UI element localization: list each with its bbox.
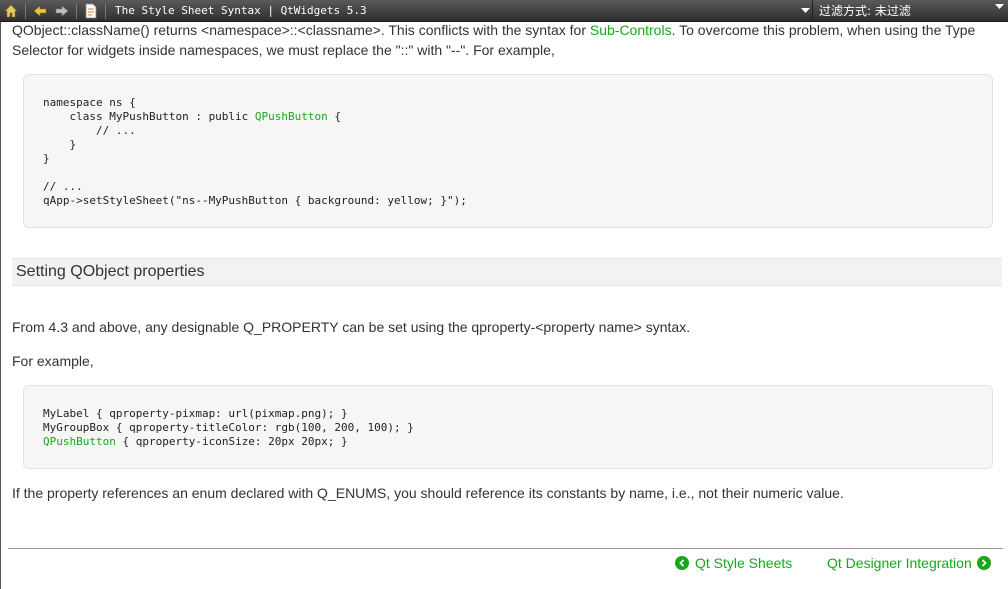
toolbar: The Style Sheet Syntax | QtWidgets 5.3 过… xyxy=(0,0,1008,22)
document-icon xyxy=(85,3,97,18)
code-line: // ... xyxy=(43,180,83,193)
code-block-qproperty: MyLabel { qproperty-pixmap: url(pixmap.p… xyxy=(23,385,993,469)
forward-icon xyxy=(55,4,69,17)
chevron-down-icon xyxy=(995,3,1004,9)
filter-select[interactable]: 过滤方式: 未过滤 xyxy=(812,0,1008,22)
code-block-namespace: namespace ns { class MyPushButton : publ… xyxy=(23,74,993,228)
next-page-label: Qt Designer Integration xyxy=(827,555,972,571)
code-line: qApp->setStyleSheet("ns--MyPushButton { … xyxy=(43,194,467,207)
home-button[interactable] xyxy=(0,0,22,22)
section-heading: Setting QObject properties xyxy=(12,258,1002,286)
chevron-right-icon xyxy=(976,556,991,570)
paragraph-enums: If the property references an enum decla… xyxy=(12,485,844,501)
code-text: { xyxy=(327,110,342,123)
toolbar-separator xyxy=(105,2,106,19)
toolbar-separator xyxy=(76,2,77,19)
code-text: { qproperty-iconSize: 20px 20px; } xyxy=(115,435,348,448)
prev-page-label: Qt Style Sheets xyxy=(695,555,793,571)
qpushbutton-link[interactable]: QPushButton xyxy=(255,110,328,123)
code-line: } xyxy=(43,138,77,151)
code-text: class MyPushButton : public xyxy=(43,110,255,123)
document-title: The Style Sheet Syntax | QtWidgets 5.3 xyxy=(115,4,367,17)
code-line: MyGroupBox { qproperty-titleColor: rgb(1… xyxy=(43,421,414,434)
paragraph-namespace-2: Selector for widgets inside namespaces, … xyxy=(12,42,555,58)
code-line: namespace ns { xyxy=(43,96,136,109)
paragraph-text: QObject::className() returns <namespace>… xyxy=(12,22,590,38)
paragraph-namespace-1: QObject::className() returns <namespace>… xyxy=(12,22,975,40)
paragraph-qproperty: From 4.3 and above, any designable Q_PRO… xyxy=(12,319,691,335)
back-icon xyxy=(33,4,47,17)
back-button[interactable] xyxy=(29,0,51,22)
code-line: class MyPushButton : public QPushButton … xyxy=(43,110,992,124)
chevron-left-icon xyxy=(675,556,689,570)
code-line: // ... xyxy=(43,124,136,137)
paragraph-for-example: For example, xyxy=(12,353,94,369)
footer-divider xyxy=(8,548,1003,549)
paragraph-text: . To overcome this problem, when using t… xyxy=(671,22,976,38)
help-content: QObject::className() returns <namespace>… xyxy=(0,22,1008,589)
toolbar-separator xyxy=(25,2,26,19)
code-line: MyLabel { qproperty-pixmap: url(pixmap.p… xyxy=(43,407,348,420)
filter-label: 过滤方式: 未过滤 xyxy=(819,4,911,18)
document-tab[interactable] xyxy=(80,0,102,22)
code-line: QPushButton { qproperty-iconSize: 20px 2… xyxy=(43,435,992,449)
home-icon xyxy=(4,4,18,17)
sub-controls-link[interactable]: Sub-Controls xyxy=(590,22,672,38)
chevron-down-icon xyxy=(800,7,810,13)
code-line: } xyxy=(43,152,50,165)
next-page-link[interactable]: Qt Designer Integration xyxy=(827,554,991,572)
qpushbutton-link[interactable]: QPushButton xyxy=(43,435,116,448)
tabs-dropdown[interactable] xyxy=(798,7,812,14)
forward-button[interactable] xyxy=(51,0,73,22)
prev-page-link[interactable]: Qt Style Sheets xyxy=(675,554,792,572)
